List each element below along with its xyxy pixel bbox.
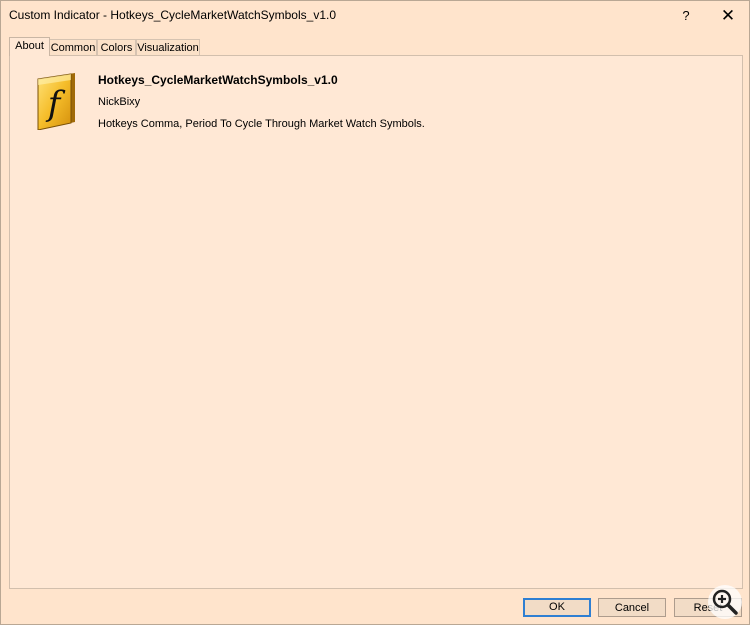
- ok-button[interactable]: OK: [523, 598, 591, 617]
- tab-about[interactable]: About: [9, 37, 50, 56]
- close-icon: ✕: [720, 6, 736, 25]
- about-panel: f Hotkeys_CycleMarketWatchSymbols_v1.0 N…: [9, 55, 743, 589]
- close-button[interactable]: ✕: [707, 1, 749, 32]
- title-bar: Custom Indicator - Hotkeys_CycleMarketWa…: [1, 1, 749, 32]
- tab-colors[interactable]: Colors: [97, 39, 136, 55]
- indicator-description: Hotkeys Comma, Period To Cycle Through M…: [98, 118, 425, 130]
- window-title: Custom Indicator - Hotkeys_CycleMarketWa…: [9, 8, 336, 22]
- indicator-author: NickBixy: [98, 96, 141, 108]
- function-f-icon: f: [37, 73, 75, 130]
- help-button[interactable]: ?: [665, 1, 707, 32]
- dialog-window: Custom Indicator - Hotkeys_CycleMarketWa…: [0, 0, 750, 625]
- zoom-in-icon[interactable]: [707, 584, 743, 620]
- tab-visualization[interactable]: Visualization: [136, 39, 200, 55]
- indicator-name: Hotkeys_CycleMarketWatchSymbols_v1.0: [98, 73, 338, 87]
- cancel-button[interactable]: Cancel: [598, 598, 666, 617]
- tab-common[interactable]: Common: [49, 39, 97, 55]
